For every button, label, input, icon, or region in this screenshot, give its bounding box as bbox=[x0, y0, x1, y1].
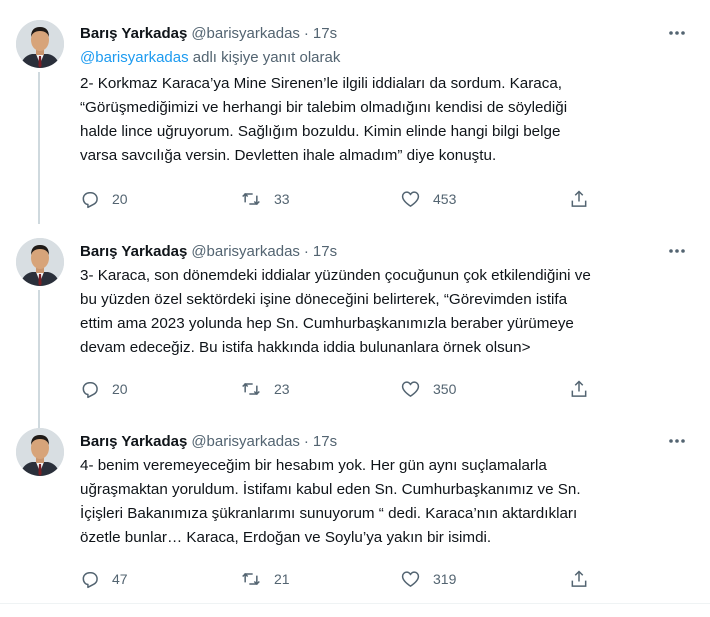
replying-to-mention[interactable]: @barisyarkadas bbox=[80, 49, 189, 66]
tweet-actions: 47 21 319 bbox=[80, 568, 600, 590]
author-handle[interactable]: @barisyarkadas bbox=[191, 243, 300, 260]
retweet-button[interactable]: 33 bbox=[240, 188, 290, 210]
share-button[interactable] bbox=[569, 568, 589, 590]
tweet-text-line: devam edeceğiz. Bu istifa hakkında iddia… bbox=[80, 339, 531, 356]
tweet[interactable]: Barış Yarkadaş @barisyarkadas · 17s @barisy… bbox=[0, 20, 710, 224]
reply-count: 20 bbox=[112, 191, 128, 207]
reply-button[interactable]: 47 bbox=[80, 568, 128, 590]
like-count: 350 bbox=[433, 381, 457, 397]
retweet-icon bbox=[242, 572, 260, 586]
avatar[interactable] bbox=[16, 20, 64, 68]
avatar[interactable] bbox=[16, 238, 64, 286]
tweet-text-line: İçişleri Bakanımıza şükranlarımı sunuyor… bbox=[80, 505, 578, 522]
timestamp[interactable]: 17s bbox=[313, 25, 337, 42]
tweet-text: 4- benim veremeyeceğim bir hesabım yok. … bbox=[80, 454, 690, 550]
share-icon bbox=[571, 190, 587, 207]
replying-to: @barisyarkadas adlı kişiye yanıt olarak bbox=[80, 48, 340, 68]
retweet-icon bbox=[242, 382, 260, 396]
like-button[interactable]: 350 bbox=[400, 378, 456, 400]
more-icon[interactable] bbox=[666, 240, 688, 262]
reply-icon bbox=[82, 572, 98, 589]
tweet-actions: 20 33 453 bbox=[80, 188, 600, 210]
retweet-button[interactable]: 21 bbox=[240, 568, 290, 590]
more-icon[interactable] bbox=[666, 22, 688, 44]
tweet-text-line: uğraşmaktan yoruldum. İstifamı kabul ede… bbox=[80, 481, 581, 498]
tweet-text-line: özetle bunlar… Karaca, Erdoğan ve Soylu’… bbox=[80, 529, 492, 546]
share-icon bbox=[571, 570, 587, 587]
retweet-icon bbox=[242, 192, 260, 206]
like-button[interactable]: 319 bbox=[400, 568, 456, 590]
tweet-header: Barış Yarkadaş @barisyarkadas · 17s bbox=[80, 432, 337, 452]
tweet-text-line: varsa savcılığa versin. Devletten ihale … bbox=[80, 147, 497, 164]
author-handle[interactable]: @barisyarkadas bbox=[191, 433, 300, 450]
tweet-text-line: ettim ama 2023 yolunda hep Sn. Cumhurbaş… bbox=[80, 315, 574, 332]
retweet-count: 33 bbox=[274, 191, 290, 207]
author-name[interactable]: Barış Yarkadaş bbox=[80, 243, 187, 260]
heart-icon bbox=[401, 571, 420, 587]
reply-icon bbox=[82, 382, 98, 399]
retweet-count: 23 bbox=[274, 381, 290, 397]
avatar[interactable] bbox=[16, 428, 64, 476]
author-name[interactable]: Barış Yarkadaş bbox=[80, 25, 187, 42]
tweet-text-line: halde lince uğruyorum. Sağlığım bozuldu.… bbox=[80, 123, 561, 140]
like-button[interactable]: 453 bbox=[400, 188, 456, 210]
timeline-divider bbox=[0, 603, 710, 604]
timestamp[interactable]: 17s bbox=[313, 243, 337, 260]
tweet-text: 2- Korkmaz Karaca’ya Mine Sirenen’le ilg… bbox=[80, 72, 690, 168]
reply-icon bbox=[82, 192, 98, 209]
heart-icon bbox=[401, 191, 420, 207]
thread-line bbox=[38, 72, 40, 224]
reply-button[interactable]: 20 bbox=[80, 188, 128, 210]
like-count: 319 bbox=[433, 571, 457, 587]
tweet-header: Barış Yarkadaş @barisyarkadas · 17s bbox=[80, 242, 337, 262]
separator-dot: · bbox=[303, 433, 309, 450]
reply-count: 47 bbox=[112, 571, 128, 587]
tweet-actions: 20 23 350 bbox=[80, 378, 600, 400]
replying-to-text: adlı kişiye yanıt olarak bbox=[188, 49, 341, 66]
more-icon[interactable] bbox=[666, 430, 688, 452]
reply-button[interactable]: 20 bbox=[80, 378, 128, 400]
reply-count: 20 bbox=[112, 381, 128, 397]
tweet-text-line: 2- Korkmaz Karaca’ya Mine Sirenen’le ilg… bbox=[80, 75, 562, 92]
separator-dot: · bbox=[303, 243, 309, 260]
retweet-button[interactable]: 23 bbox=[240, 378, 290, 400]
share-button[interactable] bbox=[569, 378, 589, 400]
like-count: 453 bbox=[433, 191, 457, 207]
tweet-text-line: “Görüşmediğimizi ve herhangi bir talebim… bbox=[80, 99, 568, 116]
retweet-count: 21 bbox=[274, 571, 290, 587]
tweet-text-line: 4- benim veremeyeceğim bir hesabım yok. … bbox=[80, 457, 547, 474]
tweet-text-line: 3- Karaca, son dönemdeki iddialar yüzünd… bbox=[80, 267, 591, 284]
tweet-text: 3- Karaca, son dönemdeki iddialar yüzünd… bbox=[80, 264, 690, 360]
author-name[interactable]: Barış Yarkadaş bbox=[80, 433, 187, 450]
tweet-header: Barış Yarkadaş @barisyarkadas · 17s bbox=[80, 24, 337, 44]
tweet-text-line: bu yüzden özel sektördeki işine döneceği… bbox=[80, 291, 568, 308]
tweet[interactable]: Barış Yarkadaş @barisyarkadas · 17s 4- beni… bbox=[0, 428, 710, 593]
timestamp[interactable]: 17s bbox=[313, 433, 337, 450]
share-button[interactable] bbox=[569, 188, 589, 210]
tweet[interactable]: Barış Yarkadaş @barisyarkadas · 17s 3- Kara… bbox=[0, 238, 710, 430]
separator-dot: · bbox=[303, 25, 309, 42]
share-icon bbox=[571, 380, 587, 397]
thread-line bbox=[38, 290, 40, 430]
heart-icon bbox=[401, 381, 420, 397]
author-handle[interactable]: @barisyarkadas bbox=[191, 25, 300, 42]
